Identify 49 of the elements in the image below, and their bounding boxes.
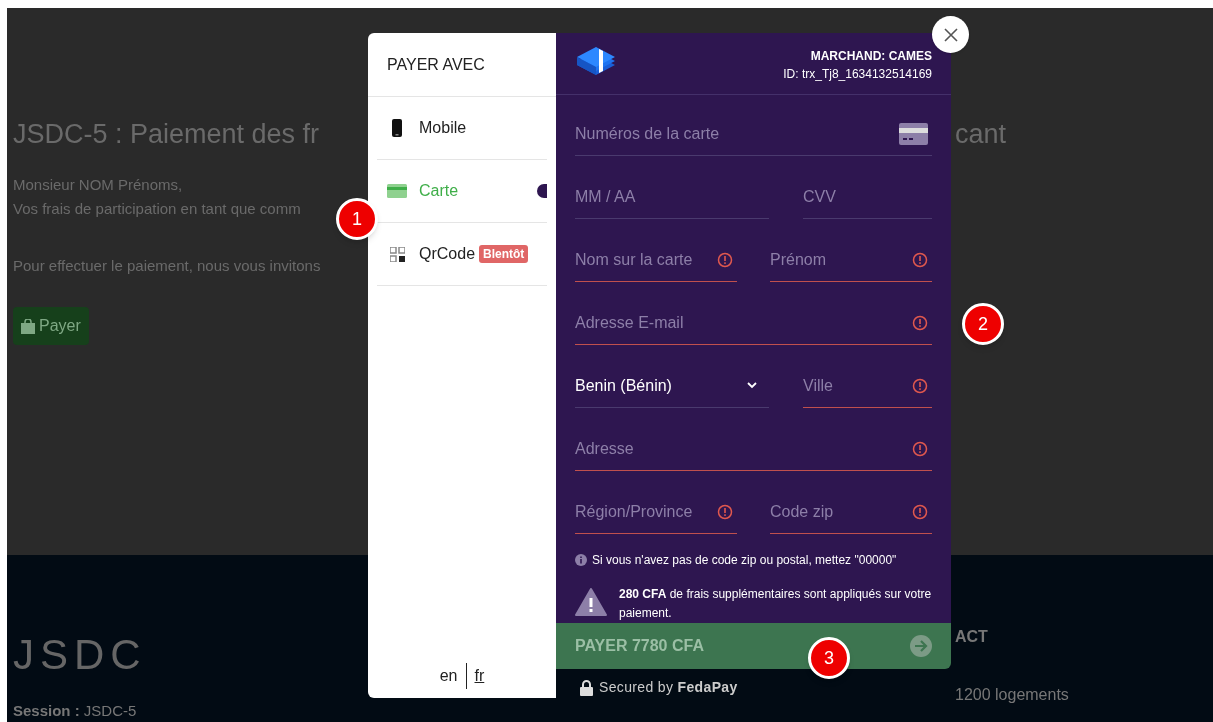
input-field[interactable]: Ville xyxy=(803,364,932,408)
country-select[interactable]: Benin (Bénin) xyxy=(575,364,769,408)
input-field[interactable]: Région/Province xyxy=(575,490,737,534)
close-icon xyxy=(942,26,959,43)
warning-icon xyxy=(912,251,928,268)
page-heading: cant xyxy=(955,118,1007,151)
input-field[interactable]: Prénom xyxy=(770,238,932,282)
info-icon xyxy=(575,554,587,566)
input-field[interactable]: Numéros de la carte xyxy=(575,112,932,156)
payment-method-tab[interactable]: Mobile xyxy=(377,97,547,160)
session-text: Session : JSDC-5 xyxy=(13,700,137,721)
input-field[interactable]: Nom sur la carte xyxy=(575,238,737,282)
input-field[interactable]: Adresse E-mail xyxy=(575,301,932,345)
warning-icon xyxy=(912,503,928,520)
warning-icon xyxy=(912,314,928,331)
phone-icon xyxy=(391,119,403,137)
warning-icon xyxy=(717,251,733,268)
coming-soon-badge: Blentôt xyxy=(479,245,529,263)
footer-heading: ACT xyxy=(955,626,988,647)
input-field[interactable]: Code zip xyxy=(770,490,932,534)
warning-icon xyxy=(717,503,733,520)
warning-icon xyxy=(912,440,928,457)
input-field[interactable]: Adresse xyxy=(575,427,932,471)
page-heading: JSDC-5 : Paiement des fr xyxy=(13,118,320,151)
payment-method-tab[interactable]: Carte xyxy=(377,160,547,223)
body-text: Pour effectuer le paiement, nous vous invitons xyxy=(13,255,321,276)
transaction-id: ID: trx_Tj8_1634132514169 xyxy=(783,65,932,83)
merchant-name: MARCHAND: CAMES xyxy=(809,47,932,65)
language-link[interactable]: en xyxy=(439,664,458,688)
body-text: Vos frais de participation en tant que comm xyxy=(13,198,301,219)
qr-code-icon xyxy=(389,246,405,262)
lock-icon xyxy=(580,679,593,696)
warning-triangle-icon xyxy=(575,588,607,616)
selection-indicator xyxy=(537,184,547,198)
shopping-bag-icon xyxy=(21,318,35,334)
footer-brand: JSDC xyxy=(13,629,147,680)
zip-note: Si vous n'avez pas de code zip ou postal, mettez "00000" xyxy=(592,552,897,569)
payment-method-tab[interactable]: QrCode Blentôt xyxy=(377,223,547,286)
card-icon xyxy=(387,184,407,198)
secured-by-text: Secured by FedaPay xyxy=(599,678,738,697)
warning-icon xyxy=(912,377,928,394)
arrow-right-icon xyxy=(910,635,932,657)
input-field[interactable]: CVV xyxy=(803,175,932,219)
chevron-down-icon xyxy=(747,382,757,389)
input-field[interactable]: MM / AA xyxy=(575,175,769,219)
language-link[interactable]: fr xyxy=(474,664,485,688)
fee-note: 280 CFA de frais supplémentaires sont appliqués sur votre paiement. xyxy=(619,586,932,622)
greeting-text: Monsieur NOM Prénoms, xyxy=(13,174,183,195)
pay-button[interactable]: Payer xyxy=(13,307,89,345)
